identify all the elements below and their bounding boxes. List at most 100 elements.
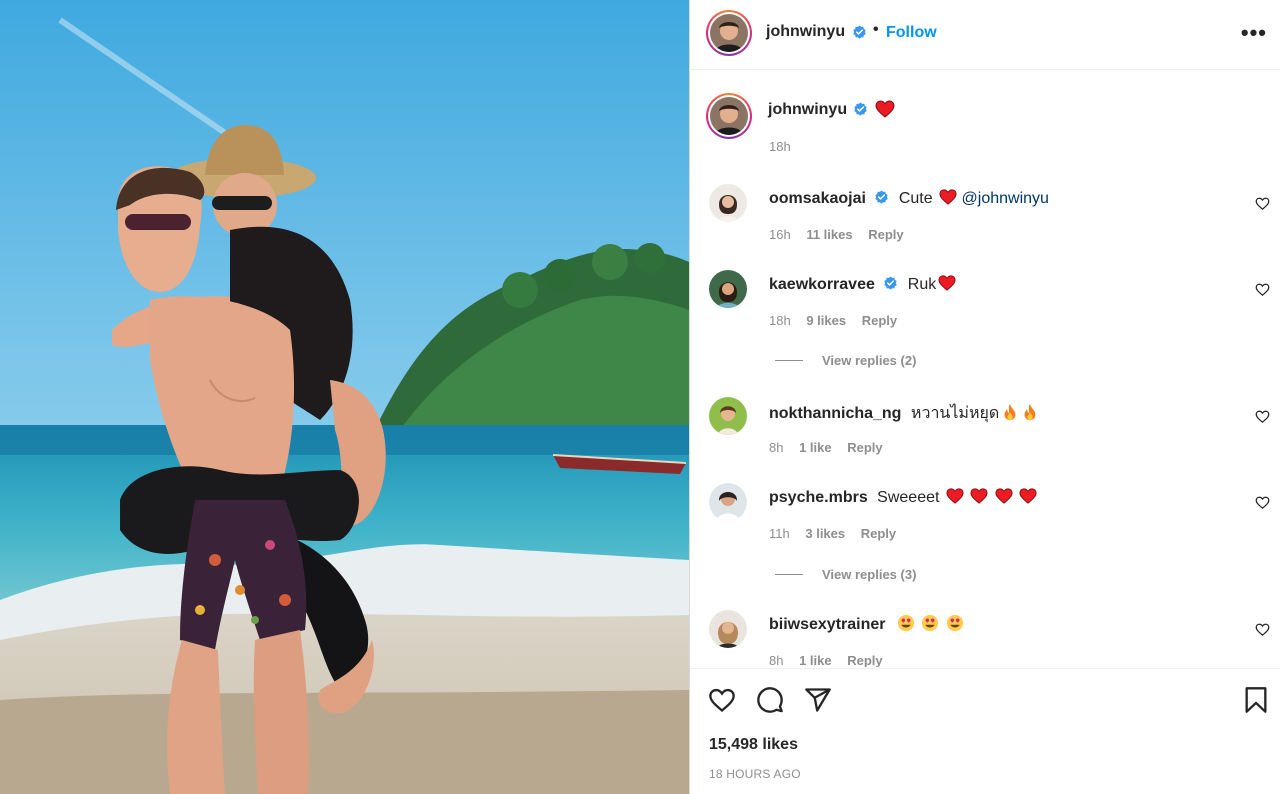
comment-meta: 16h 11 likes Reply	[769, 227, 916, 242]
author-avatar[interactable]	[706, 10, 752, 56]
comment-time: 16h	[769, 227, 791, 242]
replies-line	[775, 573, 803, 575]
heart-icon[interactable]	[708, 686, 736, 714]
like-comment-heart-icon[interactable]	[1255, 622, 1270, 637]
comment-time: 8h	[769, 440, 784, 455]
commenter-avatar[interactable]	[709, 483, 747, 521]
comment-text-line: nokthannicha_ng หวานไม่หยุด	[769, 401, 1039, 426]
comment-reply-button[interactable]: Reply	[847, 440, 882, 455]
heart-eyes-emoji-icon	[897, 614, 915, 632]
red-heart-emoji-icon	[938, 275, 956, 291]
caption-avatar-image	[710, 97, 748, 135]
commenter-avatar-image	[709, 610, 747, 648]
comment-reply-button[interactable]: Reply	[868, 227, 903, 242]
comment-text: Cute	[898, 190, 933, 207]
comment-item: oomsakaojai Cute @johnwinyu 16h 11 likes…	[690, 184, 1280, 264]
instagram-post-modal: johnwinyu • Follow ••• johnwinyu 18h oom…	[0, 0, 1280, 794]
follow-button[interactable]: Follow	[886, 24, 937, 42]
verified-badge-icon	[854, 102, 867, 116]
comment-meta: 11h 3 likes Reply	[769, 526, 908, 541]
comment-time: 18h	[769, 313, 791, 328]
red-heart-emoji-icon	[970, 488, 988, 504]
comment-likes[interactable]: 1 like	[799, 653, 832, 667]
view-replies-label: View replies (2)	[822, 352, 917, 368]
heart-eyes-emoji-icon	[946, 614, 963, 632]
fire-emoji-icon	[1004, 403, 1016, 421]
share-icon[interactable]	[804, 686, 832, 714]
comment-username[interactable]: biiwsexytrainer	[769, 616, 886, 633]
comments-list[interactable]: johnwinyu 18h oomsakaojai Cute @johnwiny…	[690, 71, 1280, 667]
fire-emoji-icon	[1024, 403, 1036, 421]
comment-item: biiwsexytrainer 8h 1 like Reply	[690, 610, 1280, 667]
comment-meta: 8h 1 like Reply	[769, 653, 895, 667]
comment-username[interactable]: kaewkorravee	[769, 276, 875, 293]
commenter-avatar-image	[709, 184, 747, 222]
comment-mention-link[interactable]: @johnwinyu	[962, 190, 1049, 207]
caption-username[interactable]: johnwinyu	[768, 101, 847, 119]
commenter-avatar[interactable]	[709, 397, 747, 435]
commenter-avatar[interactable]	[709, 270, 747, 308]
red-heart-emoji-icon	[939, 189, 957, 205]
comment-text: Sweeeet	[877, 489, 940, 506]
post-actions: 15,498 likes 18 HOURS AGO	[690, 668, 1280, 794]
like-comment-heart-icon[interactable]	[1255, 495, 1270, 510]
author-avatar-image	[710, 14, 748, 52]
comment-text: Ruk	[907, 276, 937, 293]
verified-badge-icon	[853, 25, 866, 39]
red-heart-emoji-icon	[875, 100, 895, 118]
comment-username[interactable]: oomsakaojai	[769, 190, 866, 207]
comment-item: nokthannicha_ng หวานไม่หยุด 8h 1 like Re…	[690, 397, 1280, 477]
post-timestamp: 18 HOURS AGO	[709, 767, 801, 781]
caption-avatar[interactable]	[706, 93, 752, 139]
post-side-panel: johnwinyu • Follow ••• johnwinyu 18h oom…	[689, 0, 1280, 794]
header-separator: •	[873, 21, 879, 38]
comment-likes[interactable]: 11 likes	[806, 227, 852, 242]
red-heart-emoji-icon	[946, 488, 964, 504]
comment-reply-button[interactable]: Reply	[862, 313, 897, 328]
more-options-icon[interactable]: •••	[1241, 20, 1267, 46]
commenter-avatar-image	[709, 483, 747, 521]
author-username[interactable]: johnwinyu	[766, 23, 845, 41]
comment-time: 8h	[769, 653, 784, 667]
comment-likes[interactable]: 1 like	[799, 440, 832, 455]
comment-text-line: biiwsexytrainer	[769, 614, 964, 634]
view-replies-label: View replies (3)	[822, 566, 917, 582]
comment-text-line: kaewkorravee Ruk	[769, 274, 956, 294]
verified-badge-icon	[884, 276, 897, 290]
comment-meta: 8h 1 like Reply	[769, 440, 895, 455]
comment-icon[interactable]	[756, 686, 784, 714]
like-comment-heart-icon[interactable]	[1255, 282, 1270, 297]
post-photo[interactable]	[0, 0, 689, 794]
replies-line	[775, 359, 803, 361]
comment-time: 11h	[769, 526, 790, 541]
comment-item: psyche.mbrs Sweeeet 11h 3 likes Reply	[690, 483, 1280, 563]
caption-time: 18h	[769, 139, 791, 154]
comment-username[interactable]: nokthannicha_ng	[769, 405, 901, 422]
view-replies-button[interactable]: View replies (3)	[775, 565, 916, 583]
comment-meta: 18h 9 likes Reply	[769, 313, 909, 328]
comment-reply-button[interactable]: Reply	[847, 653, 882, 667]
heart-eyes-emoji-icon	[922, 614, 939, 632]
commenter-avatar[interactable]	[709, 184, 747, 222]
commenter-avatar[interactable]	[709, 610, 747, 648]
post-header: johnwinyu • Follow •••	[690, 0, 1280, 70]
comment-likes[interactable]: 3 likes	[805, 526, 845, 541]
like-comment-heart-icon[interactable]	[1255, 409, 1270, 424]
comment-username[interactable]: psyche.mbrs	[769, 489, 868, 506]
red-heart-emoji-icon	[995, 488, 1013, 504]
beach-photo-image	[0, 0, 689, 794]
red-heart-emoji-icon	[1019, 488, 1037, 504]
comment-reply-button[interactable]: Reply	[861, 526, 896, 541]
like-comment-heart-icon[interactable]	[1255, 196, 1270, 211]
comment-item: kaewkorravee Ruk 18h 9 likes Reply	[690, 270, 1280, 350]
commenter-avatar-image	[709, 270, 747, 308]
comment-text: หวานไม่หยุด	[910, 405, 1000, 422]
comment-likes[interactable]: 9 likes	[806, 313, 846, 328]
comment-text-line: oomsakaojai Cute @johnwinyu	[769, 188, 1049, 208]
comment-text-line: psyche.mbrs Sweeeet	[769, 487, 1037, 507]
bookmark-icon[interactable]	[1242, 686, 1270, 714]
view-replies-button[interactable]: View replies (2)	[775, 351, 916, 369]
commenter-avatar-image	[709, 397, 747, 435]
likes-count[interactable]: 15,498 likes	[709, 736, 798, 754]
verified-badge-icon	[875, 190, 889, 204]
